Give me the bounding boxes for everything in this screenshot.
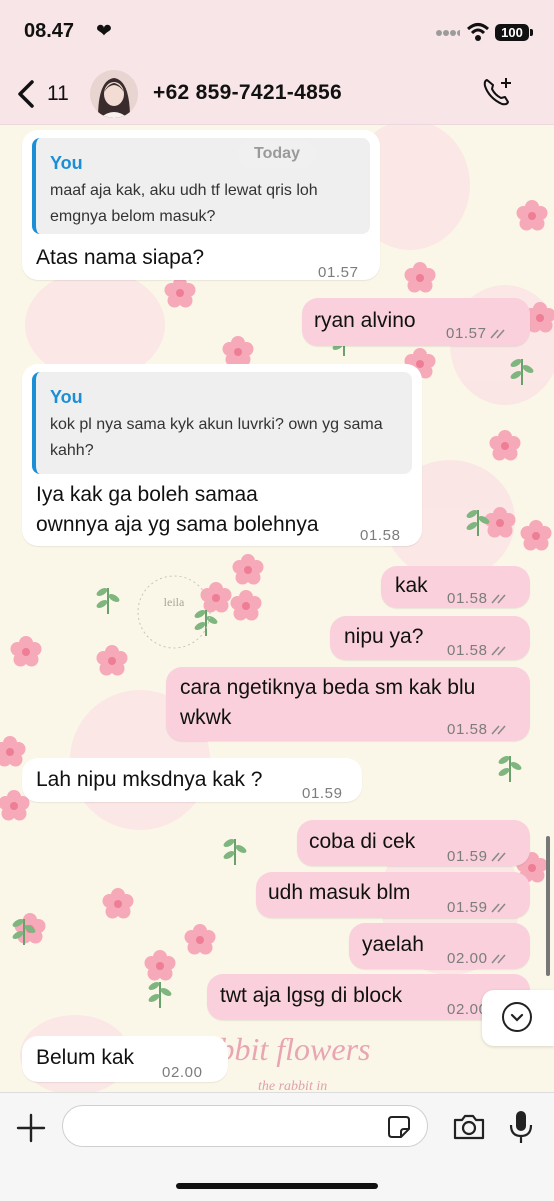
message-text: udh masuk blm [268, 881, 411, 904]
quoted-reply[interactable]: You kok pl nya sama kyk akun luvrki? own… [32, 372, 412, 474]
message-text: nipu ya? [344, 625, 424, 648]
message-input[interactable] [62, 1105, 428, 1147]
message-time: 01.58 [447, 715, 509, 745]
message-text: twt aja lgsg di block [220, 984, 403, 1007]
message-time: 02.00 [162, 1064, 203, 1081]
message-time: 01.57 [318, 264, 359, 281]
quote-text: kok pl nya sama kyk akun luvrki? own yg … [50, 416, 383, 459]
message-time: 01.58 [447, 584, 509, 614]
message-time: 02.00 [447, 944, 509, 974]
message-outgoing[interactable]: coba di cek 01.59 [297, 820, 530, 866]
date-chip: Today [238, 140, 316, 168]
read-ticks-icon [490, 903, 506, 913]
message-outgoing[interactable]: kak 01.58 [381, 566, 530, 608]
read-ticks-icon [490, 725, 506, 735]
contact-phone-number[interactable]: +62 859-7421-4856 [153, 81, 342, 105]
message-text: kak [395, 574, 428, 597]
battery-indicator: 100 [495, 24, 529, 41]
avatar[interactable] [90, 70, 138, 118]
battery-tip [530, 29, 533, 36]
scrollbar[interactable] [546, 836, 550, 976]
read-ticks-icon [490, 646, 506, 656]
camera-icon[interactable] [452, 1113, 486, 1141]
read-ticks-icon [490, 852, 506, 862]
home-indicator [176, 1183, 378, 1189]
message-text: Belum kak [36, 1046, 135, 1069]
message-outgoing[interactable]: cara ngetiknya beda sm kak blu wkwk 01.5… [166, 667, 530, 741]
quoted-reply[interactable]: You maaf aja kak, aku udh tf lewat qris … [32, 138, 370, 234]
quote-sender: You [50, 153, 83, 173]
signal-icon [436, 30, 460, 36]
wifi-icon [466, 23, 490, 41]
message-outgoing[interactable]: udh masuk blm 01.59 [256, 872, 530, 918]
scroll-to-bottom-button[interactable] [482, 990, 554, 1046]
message-incoming[interactable]: Lah nipu mksdnya kak ? 01.59 [22, 758, 362, 802]
message-text: coba di cek [309, 830, 416, 853]
message-text: Atas nama siapa? [36, 246, 205, 269]
quote-text: maaf aja kak, aku udh tf lewat qris loh … [50, 182, 318, 225]
message-text: Iya kak ga boleh samaa ownnya aja yg sam… [36, 483, 319, 536]
chevron-down-icon [502, 1002, 532, 1032]
message-outgoing[interactable]: nipu ya? 01.58 [330, 616, 530, 660]
read-ticks-icon [490, 954, 506, 964]
status-time: 08.47 [24, 20, 75, 42]
message-outgoing[interactable]: yaelah 02.00 [349, 923, 530, 969]
mic-icon[interactable] [508, 1109, 534, 1145]
read-ticks-icon [490, 594, 506, 604]
message-time: 01.58 [360, 527, 401, 544]
sticker-icon[interactable] [387, 1115, 411, 1139]
message-time: 01.59 [447, 893, 509, 923]
message-time: 01.59 [447, 842, 509, 872]
add-call-icon[interactable] [480, 74, 516, 110]
message-outgoing[interactable]: ryan alvino 01.57 [302, 298, 530, 346]
heart-icon: ❤ [96, 21, 112, 42]
message-time: 01.57 [446, 319, 508, 349]
unread-count[interactable]: 11 [47, 82, 69, 106]
message-text: yaelah [362, 933, 424, 956]
plus-icon[interactable] [16, 1113, 46, 1143]
message-incoming[interactable]: Belum kak 02.00 [22, 1036, 228, 1082]
read-ticks-icon [489, 329, 505, 339]
message-time: 01.59 [302, 785, 343, 802]
message-text: Lah nipu mksdnya kak ? [36, 768, 263, 791]
message-incoming[interactable]: You kok pl nya sama kyk akun luvrki? own… [22, 364, 422, 546]
message-text: ryan alvino [314, 309, 416, 332]
chat-header: 08.47 ❤ 100 11 +62 859-7421-4856 [0, 0, 554, 125]
message-incoming[interactable]: You maaf aja kak, aku udh tf lewat qris … [22, 130, 380, 281]
message-time: 01.58 [447, 636, 509, 666]
wallpaper-stamp-text: leila [164, 595, 185, 609]
quote-sender: You [50, 387, 83, 407]
back-chevron-icon[interactable] [14, 78, 38, 110]
